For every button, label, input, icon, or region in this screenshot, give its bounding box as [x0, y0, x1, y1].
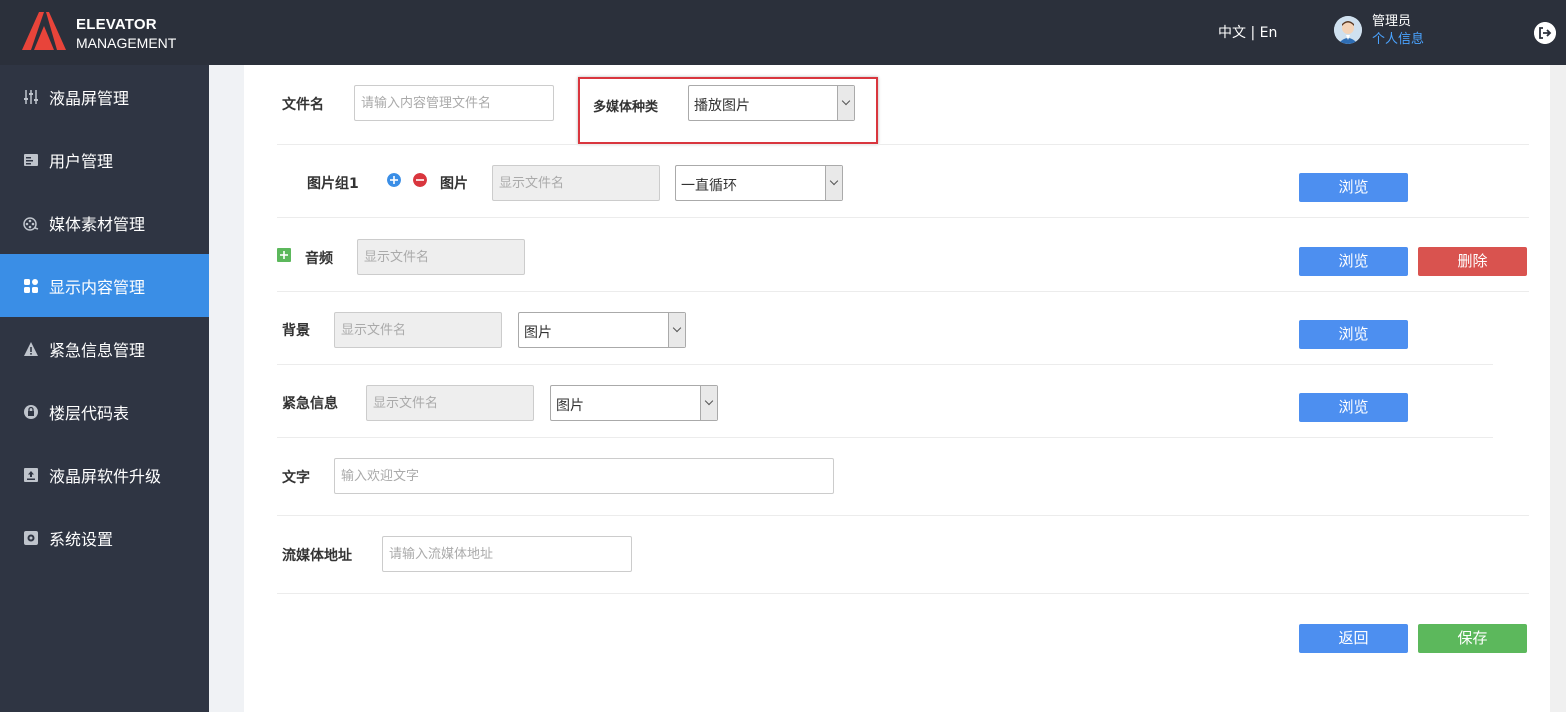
filename-label: 文件名 [282, 97, 324, 113]
background-label: 背景 [282, 323, 310, 339]
media-type-select[interactable]: 播放图片 [688, 85, 855, 121]
emergency-type-value: 图片 [556, 398, 584, 414]
film-reel-icon [23, 216, 39, 231]
audio-filename-field[interactable] [357, 239, 525, 275]
save-button[interactable]: 保存 [1418, 624, 1527, 653]
settings-icon [24, 530, 38, 545]
user-role: 管理员 [1372, 14, 1412, 29]
sidebar-item-label: 楼层代码表 [49, 403, 130, 423]
lang-en-link[interactable]: En [1260, 25, 1278, 41]
sidebar-item-floor-codes[interactable]: 楼层代码表 [0, 380, 209, 443]
brand-name: ELEVATOR MANAGEMENT [76, 16, 176, 52]
row-divider [277, 515, 1529, 516]
audio-delete-button[interactable]: 删除 [1418, 247, 1527, 276]
image-filename-field[interactable] [492, 165, 660, 201]
sidebar-item-lcd-management[interactable]: 液晶屏管理 [0, 65, 209, 128]
chevron-down-icon [700, 386, 717, 420]
sidebar-item-software-upgrade[interactable]: 液晶屏软件升级 [0, 443, 209, 506]
brand-line2: MANAGEMENT [76, 35, 177, 51]
sidebar-item-label: 系统设置 [49, 529, 114, 549]
sidebar-item-label: 紧急信息管理 [49, 340, 146, 360]
image-group-label: 图片组1 [307, 176, 359, 192]
sidebar-item-label: 液晶屏管理 [49, 88, 130, 108]
sidebar-item-emergency-info[interactable]: 紧急信息管理 [0, 317, 209, 380]
grid-icon [24, 278, 38, 293]
sidebar-nav: 液晶屏管理 用户管理 媒体素材管理 显示内容管理 紧急信息管理 楼层代码表 液晶… [0, 65, 209, 712]
emergency-type-select[interactable]: 图片 [550, 385, 718, 421]
sidebar-item-label: 显示内容管理 [49, 277, 146, 297]
sidebar-item-system-settings[interactable]: 系统设置 [0, 506, 209, 569]
stream-url-input[interactable] [382, 536, 632, 572]
stream-url-label: 流媒体地址 [282, 548, 352, 564]
sidebar-item-label: 液晶屏软件升级 [49, 466, 162, 486]
welcome-text-input[interactable] [334, 458, 834, 494]
background-browse-button[interactable]: 浏览 [1299, 320, 1408, 349]
row-divider [277, 364, 1493, 365]
add-square-icon[interactable] [277, 248, 291, 262]
elevator-logo-icon [22, 12, 66, 50]
image-label: 图片 [440, 176, 468, 192]
language-switcher: 中文 | En [1218, 22, 1277, 42]
profile-link[interactable]: 个人信息 [1372, 31, 1424, 49]
background-filename-field[interactable] [334, 312, 502, 348]
image-browse-button[interactable]: 浏览 [1299, 173, 1408, 202]
background-type-select[interactable]: 图片 [518, 312, 686, 348]
sliders-icon [24, 89, 38, 104]
chevron-down-icon [837, 86, 854, 120]
row-divider [277, 217, 1529, 218]
warning-icon [24, 341, 38, 356]
row-divider [277, 437, 1493, 438]
user-avatar[interactable] [1334, 16, 1362, 44]
back-button[interactable]: 返回 [1299, 624, 1408, 653]
sidebar-item-user-management[interactable]: 用户管理 [0, 128, 209, 191]
brand-line1: ELEVATOR [76, 16, 157, 33]
audio-label: 音频 [305, 251, 333, 267]
sidebar-item-display-content[interactable]: 显示内容管理 [0, 254, 209, 317]
text-label: 文字 [282, 470, 310, 486]
emergency-filename-field[interactable] [366, 385, 534, 421]
background-type-value: 图片 [524, 325, 552, 341]
lang-separator: | [1246, 25, 1260, 41]
chevron-down-icon [825, 166, 842, 200]
row-divider [277, 291, 1529, 292]
row-divider [277, 144, 1529, 145]
sidebar-item-label: 用户管理 [49, 151, 114, 171]
media-type-label: 多媒体种类 [593, 100, 659, 115]
user-card-icon [24, 153, 38, 166]
lang-zh-link[interactable]: 中文 [1218, 25, 1246, 41]
top-header: ELEVATOR MANAGEMENT 中文 | En 管理员 个人信息 [0, 0, 1566, 65]
upload-icon [24, 467, 38, 482]
person-avatar-icon [1334, 16, 1362, 44]
logout-icon[interactable] [1534, 22, 1556, 44]
chevron-down-icon [668, 313, 685, 347]
image-loop-select[interactable]: 一直循环 [675, 165, 843, 201]
user-panel: 管理员 个人信息 [1372, 13, 1424, 49]
filename-input[interactable] [354, 85, 554, 121]
lock-icon [24, 404, 38, 419]
sidebar-item-label: 媒体素材管理 [49, 214, 146, 234]
add-circle-icon[interactable] [387, 173, 401, 187]
remove-circle-icon[interactable] [413, 173, 427, 187]
audio-browse-button[interactable]: 浏览 [1299, 247, 1408, 276]
sidebar-item-media-assets[interactable]: 媒体素材管理 [0, 191, 209, 254]
row-divider [277, 593, 1529, 594]
vertical-scrollbar[interactable] [1550, 65, 1566, 712]
media-type-value: 播放图片 [694, 98, 750, 114]
emergency-browse-button[interactable]: 浏览 [1299, 393, 1408, 422]
emergency-label: 紧急信息 [282, 396, 338, 412]
image-loop-value: 一直循环 [681, 178, 737, 194]
